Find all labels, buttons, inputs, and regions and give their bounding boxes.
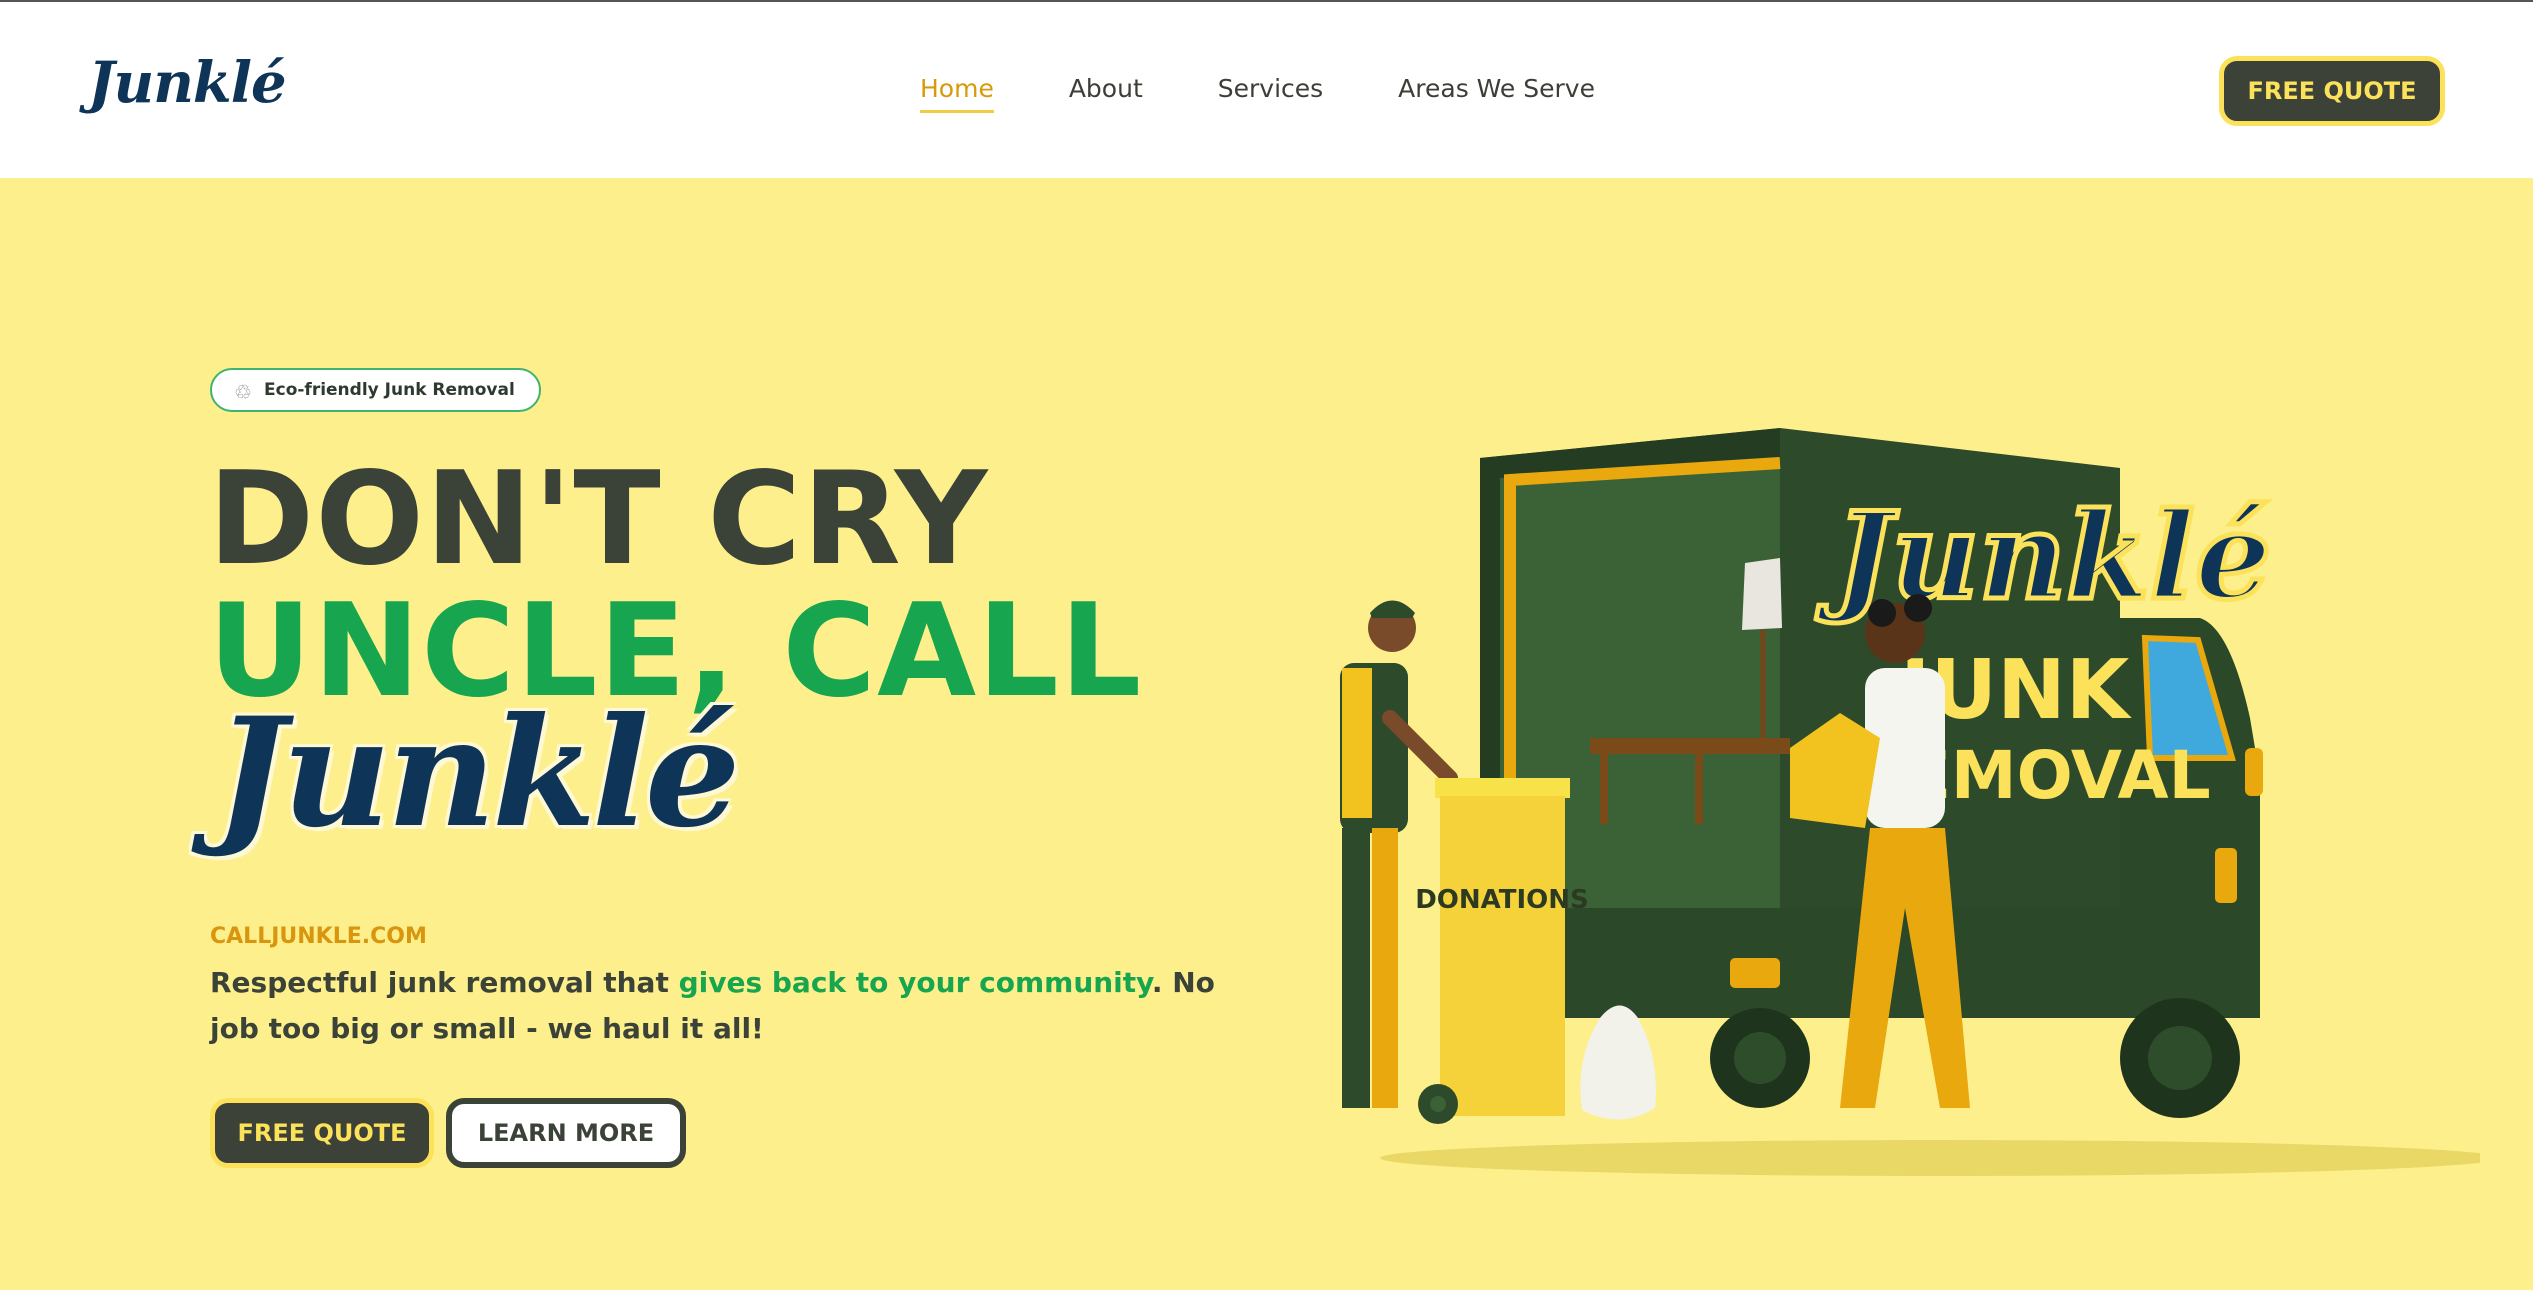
donations-label: DONATIONS — [1415, 885, 1589, 915]
learn-more-button[interactable]: LEARN MORE — [446, 1098, 686, 1168]
headline-brand: Junklé — [215, 685, 740, 861]
hero-description: Respectful junk removal that gives back … — [210, 960, 1260, 1052]
hero-free-quote-button[interactable]: FREE QUOTE — [210, 1098, 434, 1168]
header-free-quote-button[interactable]: FREE QUOTE — [2219, 56, 2445, 126]
website-url: CALLJUNKLE.COM — [210, 924, 427, 949]
hero-section: ♲ Eco-friendly Junk Removal DON'T CRY UN… — [0, 178, 2533, 1290]
description-start: Respectful junk removal that — [210, 966, 679, 999]
site-header: Junklé Home About Services Areas We Serv… — [0, 2, 2533, 178]
trash-bag — [1580, 1005, 1656, 1120]
nav-services[interactable]: Services — [1218, 74, 1323, 113]
recycle-icon: ♲ — [234, 380, 252, 404]
donations-bin: DONATIONS — [1415, 778, 1589, 1124]
ground-shadow — [1380, 1140, 2480, 1176]
headline-line-1: DON'T CRY — [208, 445, 989, 594]
junk-truck-illustration: Junklé JUNK REMOVAL DONATIONS — [1340, 428, 2480, 1176]
eco-badge-label: Eco-friendly Junk Removal — [264, 380, 515, 400]
nav-home[interactable]: Home — [920, 74, 994, 113]
eco-badge: ♲ Eco-friendly Junk Removal — [210, 368, 541, 412]
nav-about[interactable]: About — [1069, 74, 1143, 113]
logo[interactable]: Junklé — [88, 50, 287, 116]
worker-man — [1340, 600, 1458, 1108]
main-nav: Home About Services Areas We Serve — [920, 74, 1670, 113]
nav-areas-we-serve[interactable]: Areas We Serve — [1398, 74, 1595, 113]
description-highlight: gives back to your community — [678, 966, 1152, 999]
